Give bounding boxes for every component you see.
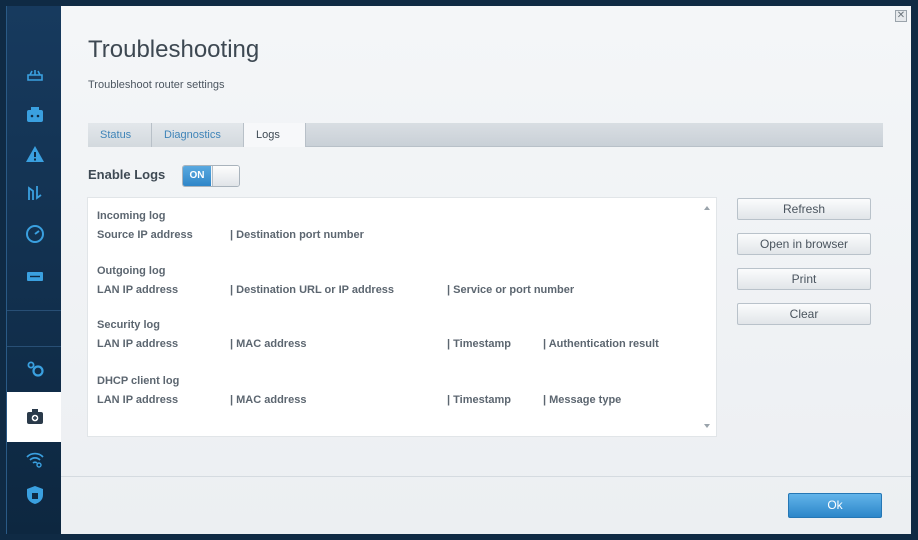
log-col: | Timestamp <box>447 338 512 350</box>
toggle-knob[interactable] <box>212 166 239 186</box>
log-title-security[interactable]: Security log <box>97 319 160 331</box>
scroll-down-icon[interactable] <box>704 424 710 428</box>
log-col: | Destination URL or IP address <box>230 284 395 296</box>
log-col: | Authentication result <box>543 338 659 350</box>
sidebar-divider <box>7 310 62 311</box>
log-col: LAN IP address <box>97 394 179 406</box>
log-col: | MAC address <box>230 338 307 350</box>
log-col: Source IP address <box>97 229 193 241</box>
wireless-icon[interactable] <box>24 448 46 470</box>
log-col: | Timestamp <box>447 394 512 406</box>
footer-divider <box>61 476 911 477</box>
usb-storage-icon[interactable] <box>24 265 46 287</box>
page-title: Troubleshooting <box>88 36 260 63</box>
tab-logs[interactable]: Logs <box>244 123 306 147</box>
log-col: | MAC address <box>230 394 307 406</box>
clear-button[interactable]: Clear <box>737 303 871 325</box>
log-title-outgoing[interactable]: Outgoing log <box>97 265 165 277</box>
main-panel: ✕ Troubleshooting Troubleshoot router se… <box>61 6 911 534</box>
tab-diagnostics[interactable]: Diagnostics <box>152 123 244 147</box>
page-subtitle: Troubleshoot router settings <box>88 79 225 91</box>
logs-list[interactable]: Incoming log Source IP address | Destina… <box>87 197 717 437</box>
open-in-browser-button[interactable]: Open in browser <box>737 233 871 255</box>
security-icon[interactable] <box>24 484 46 506</box>
sidebar-divider <box>7 346 62 347</box>
log-title-incoming[interactable]: Incoming log <box>97 210 165 222</box>
toggle-on-label: ON <box>183 166 211 186</box>
refresh-button[interactable]: Refresh <box>737 198 871 220</box>
print-button[interactable]: Print <box>737 268 871 290</box>
ok-button[interactable]: Ok <box>788 493 882 518</box>
tab-bar: Status Diagnostics Logs <box>88 123 883 147</box>
tab-status[interactable]: Status <box>88 123 152 147</box>
close-icon[interactable]: ✕ <box>895 10 907 22</box>
scroll-up-icon[interactable] <box>704 206 710 210</box>
troubleshooting-icon[interactable] <box>24 406 46 428</box>
settings-gears-icon[interactable] <box>24 358 46 380</box>
connectivity-icon[interactable] <box>24 182 46 204</box>
sidebar <box>6 6 68 534</box>
app-frame: ✕ Troubleshooting Troubleshoot router se… <box>0 0 918 540</box>
enable-logs-toggle[interactable]: ON <box>182 165 240 187</box>
log-col: LAN IP address <box>97 338 179 350</box>
log-col: | Service or port number <box>447 284 575 296</box>
log-col: | Destination port number <box>230 229 364 241</box>
speed-test-icon[interactable] <box>24 223 46 245</box>
log-col: | Message type <box>543 394 622 406</box>
enable-logs-label: Enable Logs <box>88 167 166 182</box>
log-col: LAN IP address <box>97 284 179 296</box>
router-icon[interactable] <box>24 63 46 85</box>
warning-icon[interactable] <box>24 143 46 165</box>
network-map-icon[interactable] <box>24 104 46 126</box>
log-title-dhcp-client[interactable]: DHCP client log <box>97 375 179 387</box>
